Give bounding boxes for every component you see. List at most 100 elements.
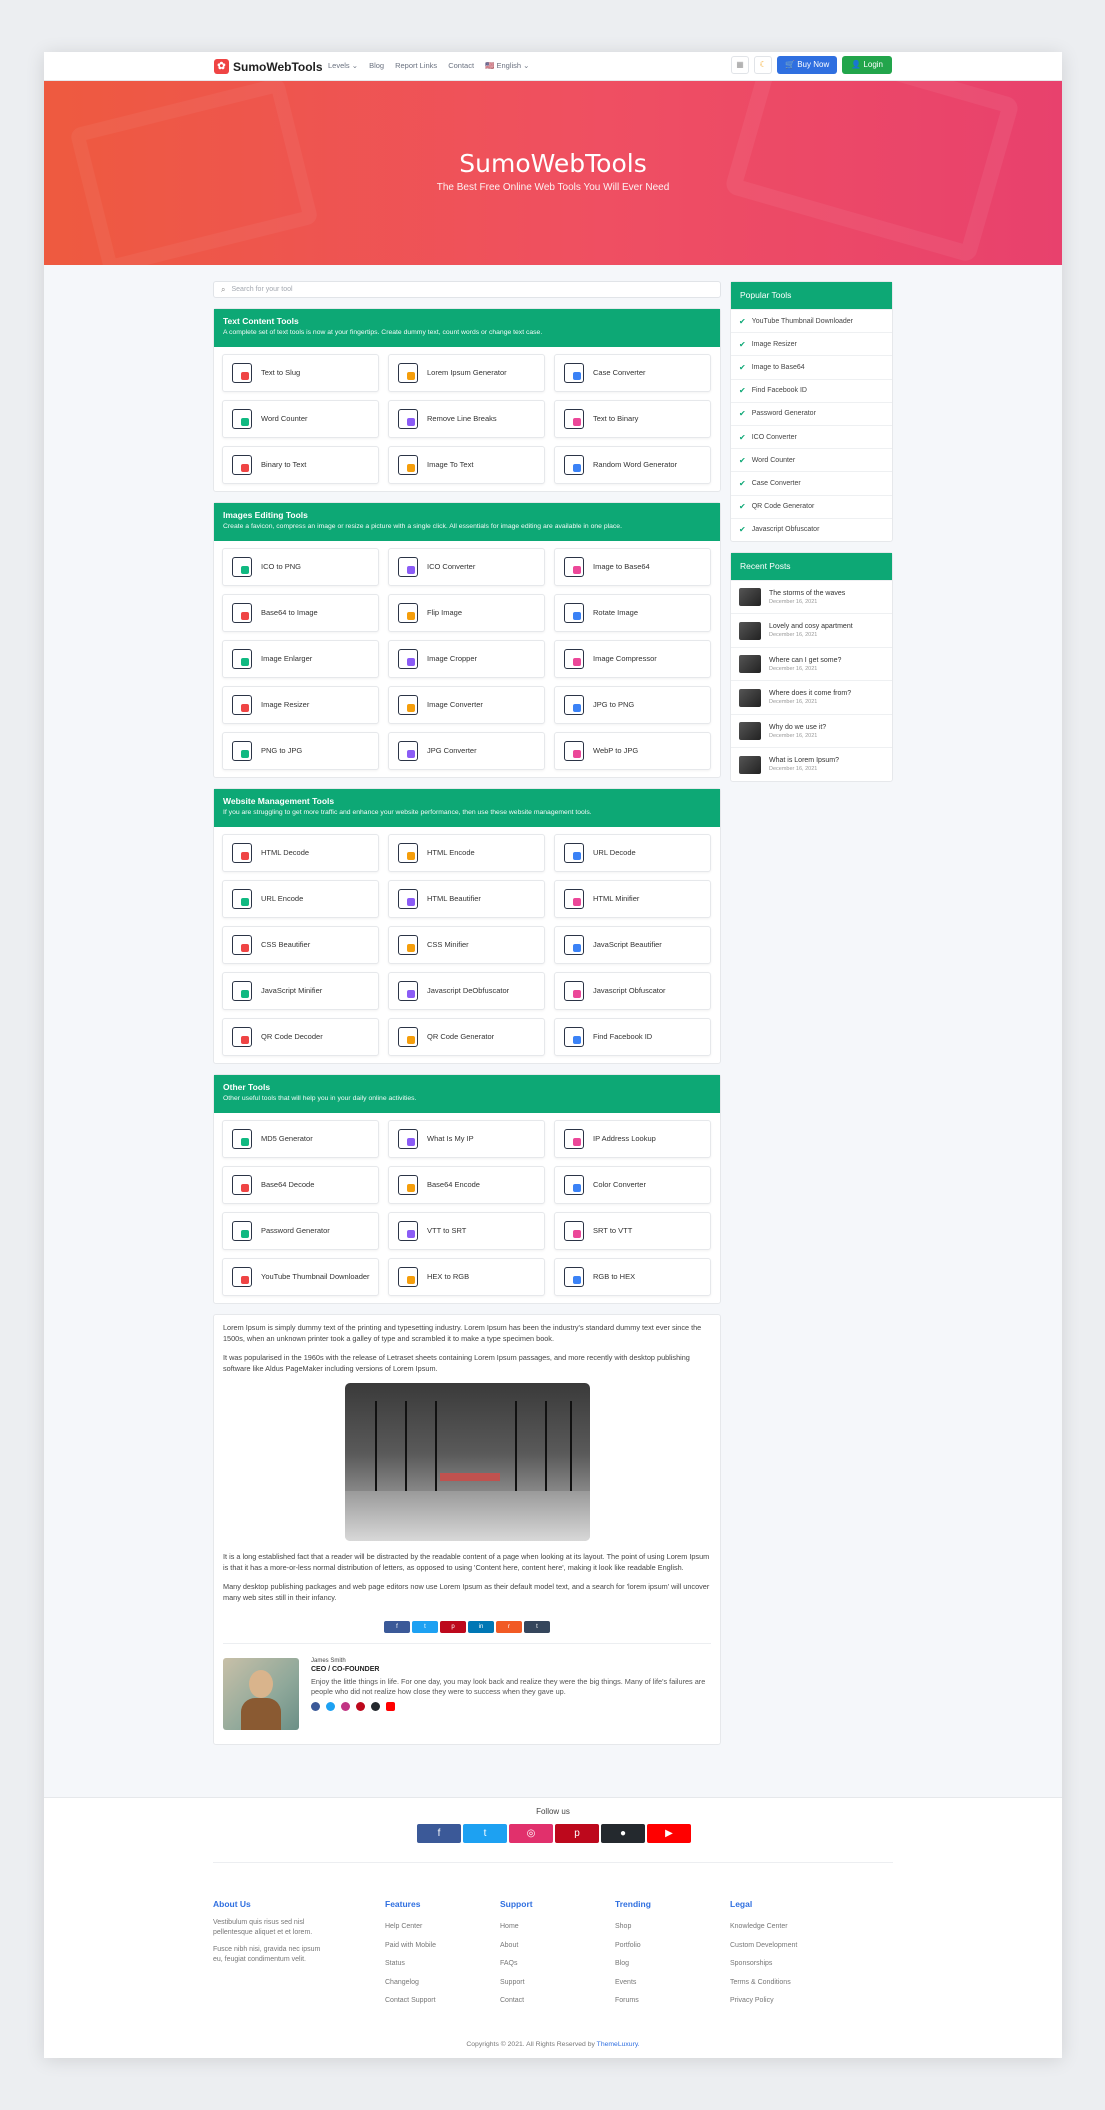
tool-card-md5-generator[interactable]: MD5 Generator bbox=[222, 1120, 379, 1158]
instagram-icon[interactable] bbox=[341, 1702, 350, 1711]
tool-card-image-cropper[interactable]: Image Cropper bbox=[388, 640, 545, 678]
github-icon[interactable]: ● bbox=[601, 1824, 645, 1843]
tool-card-flip-image[interactable]: Flip Image bbox=[388, 594, 545, 632]
tool-card-qr-code-decoder[interactable]: QR Code Decoder bbox=[222, 1018, 379, 1056]
popular-tool-item[interactable]: ✔ Javascript Obfuscator bbox=[731, 517, 892, 541]
buy-now-button[interactable]: 🛒 Buy Now bbox=[777, 56, 838, 74]
tool-card-find-facebook-id[interactable]: Find Facebook ID bbox=[554, 1018, 711, 1056]
popular-tool-item[interactable]: ✔ Image to Base64 bbox=[731, 355, 892, 378]
menu-blog[interactable]: Blog bbox=[369, 61, 384, 70]
footer-link[interactable]: Status bbox=[385, 1955, 436, 1974]
recent-post-item[interactable]: Where can I get some? December 16, 2021 bbox=[731, 646, 892, 681]
tool-card-text-to-binary[interactable]: Text to Binary bbox=[554, 400, 711, 438]
recent-post-item[interactable]: Why do we use it? December 16, 2021 bbox=[731, 713, 892, 748]
login-button[interactable]: 👤 Login bbox=[842, 56, 892, 74]
share-button[interactable]: t bbox=[524, 1621, 550, 1633]
popular-tool-item[interactable]: ✔ Word Counter bbox=[731, 448, 892, 471]
share-button[interactable]: f bbox=[384, 1621, 410, 1633]
youtube-icon[interactable]: ▶ bbox=[647, 1824, 691, 1843]
popular-tool-item[interactable]: ✔ Password Generator bbox=[731, 401, 892, 425]
tool-card-base64-decode[interactable]: Base64 Decode bbox=[222, 1166, 379, 1204]
footer-link[interactable]: Shop bbox=[615, 1918, 651, 1937]
tool-card-binary-to-text[interactable]: Binary to Text bbox=[222, 446, 379, 484]
footer-link[interactable]: Knowledge Center bbox=[730, 1918, 797, 1937]
popular-tool-item[interactable]: ✔ ICO Converter bbox=[731, 424, 892, 448]
github-icon[interactable] bbox=[371, 1702, 380, 1711]
popular-tool-item[interactable]: ✔ Find Facebook ID bbox=[731, 378, 892, 402]
tool-card-url-decode[interactable]: URL Decode bbox=[554, 834, 711, 872]
footer-link[interactable]: Terms & Conditions bbox=[730, 1974, 797, 1993]
tool-card-what-is-my-ip[interactable]: What Is My IP bbox=[388, 1120, 545, 1158]
recent-post-item[interactable]: What is Lorem Ipsum? December 16, 2021 bbox=[731, 747, 892, 781]
tool-card-image-enlarger[interactable]: Image Enlarger bbox=[222, 640, 379, 678]
footer-link[interactable]: About bbox=[500, 1937, 533, 1956]
footer-link[interactable]: Home bbox=[500, 1918, 533, 1937]
tool-card-webp-to-jpg[interactable]: WebP to JPG bbox=[554, 732, 711, 770]
tool-card-youtube-thumbnail-downloader[interactable]: YouTube Thumbnail Downloader bbox=[222, 1258, 379, 1296]
recent-post-item[interactable]: The storms of the waves December 16, 2021 bbox=[731, 579, 892, 614]
tool-card-jpg-converter[interactable]: JPG Converter bbox=[388, 732, 545, 770]
dark-mode-icon[interactable]: ☾ bbox=[754, 56, 773, 74]
tool-card-ico-to-png[interactable]: ICO to PNG bbox=[222, 548, 379, 586]
tool-card-password-generator[interactable]: Password Generator bbox=[222, 1212, 379, 1250]
share-button[interactable]: r bbox=[496, 1621, 522, 1633]
youtube-icon[interactable] bbox=[386, 1702, 395, 1711]
share-button[interactable]: t bbox=[412, 1621, 438, 1633]
tool-card-srt-to-vtt[interactable]: SRT to VTT bbox=[554, 1212, 711, 1250]
share-button[interactable]: in bbox=[468, 1621, 494, 1633]
tool-card-base64-to-image[interactable]: Base64 to Image bbox=[222, 594, 379, 632]
popular-tool-item[interactable]: ✔ Image Resizer bbox=[731, 332, 892, 355]
tool-card-html-decode[interactable]: HTML Decode bbox=[222, 834, 379, 872]
tool-card-rotate-image[interactable]: Rotate Image bbox=[554, 594, 711, 632]
grid-icon[interactable]: ▦ bbox=[731, 56, 750, 74]
recent-post-item[interactable]: Where does it come from? December 16, 202… bbox=[731, 680, 892, 714]
footer-link[interactable]: Events bbox=[615, 1974, 651, 1993]
tool-card-base64-encode[interactable]: Base64 Encode bbox=[388, 1166, 545, 1204]
tool-card-css-minifier[interactable]: CSS Minifier bbox=[388, 926, 545, 964]
tool-card-url-encode[interactable]: URL Encode bbox=[222, 880, 379, 918]
facebook-icon[interactable]: f bbox=[417, 1824, 461, 1843]
popular-tool-item[interactable]: ✔ Case Converter bbox=[731, 471, 892, 494]
tool-card-css-beautifier[interactable]: CSS Beautifier bbox=[222, 926, 379, 964]
tool-card-hex-to-rgb[interactable]: HEX to RGB bbox=[388, 1258, 545, 1296]
footer-link[interactable]: Portfolio bbox=[615, 1937, 651, 1956]
footer-link[interactable]: Blog bbox=[615, 1955, 651, 1974]
tool-card-lorem-ipsum-generator[interactable]: Lorem Ipsum Generator bbox=[388, 354, 545, 392]
facebook-icon[interactable] bbox=[311, 1702, 320, 1711]
copyright-link[interactable]: ThemeLuxury. bbox=[597, 2041, 640, 2048]
menu-levels[interactable]: Levels ⌄ bbox=[328, 61, 358, 70]
logo[interactable]: ✿ SumoWebTools bbox=[214, 59, 323, 74]
footer-link[interactable]: Support bbox=[500, 1974, 533, 1993]
instagram-icon[interactable]: ◎ bbox=[509, 1824, 553, 1843]
share-button[interactable]: p bbox=[440, 1621, 466, 1633]
tool-card-case-converter[interactable]: Case Converter bbox=[554, 354, 711, 392]
recent-post-item[interactable]: Lovely and cosy apartment December 16, 20… bbox=[731, 613, 892, 647]
tool-card-vtt-to-srt[interactable]: VTT to SRT bbox=[388, 1212, 545, 1250]
tool-card-remove-line-breaks[interactable]: Remove Line Breaks bbox=[388, 400, 545, 438]
tool-card-ip-address-lookup[interactable]: IP Address Lookup bbox=[554, 1120, 711, 1158]
menu-report-links[interactable]: Report Links bbox=[395, 61, 437, 70]
tool-card-javascript-deobfuscator[interactable]: Javascript DeObfuscator bbox=[388, 972, 545, 1010]
footer-link[interactable]: Custom Development bbox=[730, 1937, 797, 1956]
footer-link[interactable]: Paid with Mobile bbox=[385, 1937, 436, 1956]
tool-card-text-to-slug[interactable]: Text to Slug bbox=[222, 354, 379, 392]
footer-link[interactable]: Contact bbox=[500, 1992, 533, 2011]
footer-link[interactable]: Privacy Policy bbox=[730, 1992, 797, 2011]
tool-card-rgb-to-hex[interactable]: RGB to HEX bbox=[554, 1258, 711, 1296]
popular-tool-item[interactable]: ✔ QR Code Generator bbox=[731, 494, 892, 518]
footer-link[interactable]: Forums bbox=[615, 1992, 651, 2011]
popular-tool-item[interactable]: ✔ YouTube Thumbnail Downloader bbox=[731, 309, 892, 332]
pinterest-icon[interactable]: p bbox=[555, 1824, 599, 1843]
tool-card-javascript-minifier[interactable]: JavaScript Minifier bbox=[222, 972, 379, 1010]
tool-card-image-to-base64[interactable]: Image to Base64 bbox=[554, 548, 711, 586]
footer-link[interactable]: Help Center bbox=[385, 1918, 436, 1937]
tool-card-image-compressor[interactable]: Image Compressor bbox=[554, 640, 711, 678]
tool-card-qr-code-generator[interactable]: QR Code Generator bbox=[388, 1018, 545, 1056]
menu-contact[interactable]: Contact bbox=[448, 61, 474, 70]
tool-card-ico-converter[interactable]: ICO Converter bbox=[388, 548, 545, 586]
footer-link[interactable]: Contact Support bbox=[385, 1992, 436, 2011]
tool-card-html-minifier[interactable]: HTML Minifier bbox=[554, 880, 711, 918]
tool-card-javascript-obfuscator[interactable]: Javascript Obfuscator bbox=[554, 972, 711, 1010]
tool-card-word-counter[interactable]: Word Counter bbox=[222, 400, 379, 438]
tool-card-image-resizer[interactable]: Image Resizer bbox=[222, 686, 379, 724]
